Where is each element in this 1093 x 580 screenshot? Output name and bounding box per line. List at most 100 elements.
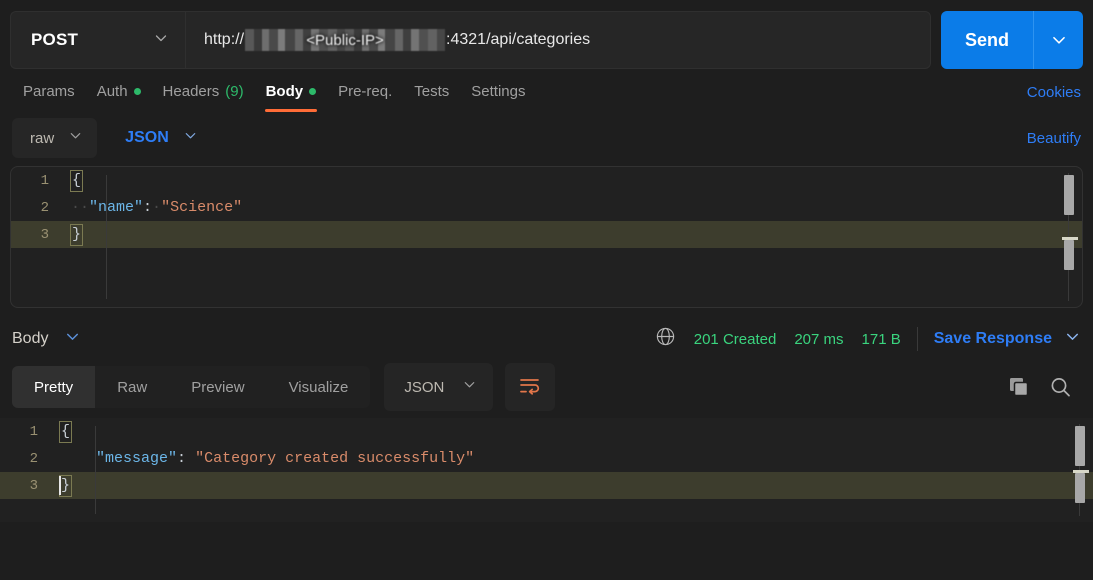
body-mode-select[interactable]: raw (12, 118, 98, 158)
chevron-down-icon (1052, 36, 1065, 44)
response-editor-scrollbar[interactable] (1073, 424, 1089, 516)
send-button[interactable]: Send (940, 11, 1033, 69)
redacted-public-ip-label: <Public-IP> (306, 31, 384, 49)
line-content: { (58, 420, 73, 443)
http-method-select[interactable]: POST (10, 11, 185, 69)
globe-icon (655, 326, 676, 352)
code-line: 1 { (11, 167, 1082, 194)
http-method-label: POST (31, 30, 79, 49)
save-response-button[interactable]: Save Response (934, 330, 1052, 348)
url-suffix: :4321/api/categories (446, 31, 591, 48)
copy-icon[interactable] (1006, 374, 1032, 400)
scrollbar-thumb[interactable] (1064, 175, 1074, 215)
code-line: 2 "message": "Category created successfu… (0, 445, 1093, 472)
body-type-row: raw JSON Beautify (0, 114, 1093, 162)
line-content: } (69, 223, 84, 246)
tab-visualize[interactable]: Visualize (267, 366, 371, 408)
body-mode-label: raw (30, 129, 55, 147)
json-string: "Category created successfully" (195, 450, 475, 467)
status-code: 201 Created (693, 330, 777, 348)
url-input[interactable]: http:// <Public-IP> :4321/api/categories (185, 11, 931, 69)
chevron-down-icon (153, 30, 169, 51)
tab-tests[interactable]: Tests (403, 73, 460, 112)
word-wrap-icon (518, 375, 542, 400)
response-size: 171 B (861, 330, 901, 348)
tab-settings[interactable]: Settings (460, 73, 536, 112)
response-body-editor[interactable]: 1 { 2 "message": "Category created succe… (0, 418, 1093, 522)
line-content: ··"name":·"Science" (71, 199, 242, 216)
text-cursor (59, 475, 61, 495)
response-view-tabs: Pretty Raw Preview Visualize (12, 366, 371, 408)
line-number: 3 (29, 477, 38, 494)
body-format-label: JSON (125, 129, 169, 146)
line-content: { (69, 169, 84, 192)
tab-visualize-label: Visualize (288, 378, 349, 396)
response-stats: 201 Created 207 ms 171 B (655, 326, 901, 352)
scrollbar-thumb[interactable] (1075, 426, 1085, 466)
line-content: "message": "Category created successfull… (60, 450, 474, 467)
json-string: "Science" (161, 199, 243, 216)
line-number: 3 (40, 226, 49, 243)
tab-pretty[interactable]: Pretty (12, 366, 96, 408)
response-gutter-rule (95, 426, 96, 514)
tab-preview[interactable]: Preview (169, 366, 266, 408)
tab-headers[interactable]: Headers (9) (152, 73, 255, 112)
response-format-label: JSON (404, 378, 445, 396)
tab-params-label: Params (23, 82, 75, 100)
tab-raw[interactable]: Raw (95, 366, 169, 408)
cookies-link[interactable]: Cookies (1027, 84, 1081, 101)
request-body-editor[interactable]: 1 { 2 ··"name":·"Science" 3 } (10, 166, 1083, 308)
tab-tests-label: Tests (414, 82, 450, 100)
request-tabs: Params Auth Headers (9) Body Pre-req. Te… (0, 70, 1093, 114)
chevron-down-icon[interactable] (1064, 328, 1081, 350)
chevron-down-icon (462, 377, 477, 397)
request-code-lines: 1 { 2 ··"name":·"Science" 3 } (11, 167, 1082, 248)
line-number: 2 (29, 450, 38, 467)
indent-dots: · (152, 199, 162, 216)
tab-raw-label: Raw (117, 378, 148, 396)
chevron-down-icon (183, 128, 198, 148)
response-time: 207 ms (794, 330, 844, 348)
auth-status-dot (133, 87, 141, 95)
line-content: } (58, 474, 73, 497)
tab-auth[interactable]: Auth (86, 73, 152, 112)
json-key: "message" (96, 450, 178, 467)
response-tabs-row: Pretty Raw Preview Visualize JSON (0, 362, 1093, 412)
body-format-select[interactable]: JSON (117, 128, 206, 148)
json-key: "name" (89, 199, 144, 216)
request-url-bar: POST http:// <Public-IP> :4321/api/categ… (0, 0, 1093, 70)
body-status-dot (309, 87, 317, 95)
tab-body[interactable]: Body (255, 73, 328, 112)
code-line: 2 ··"name":·"Science" (11, 194, 1082, 221)
tab-settings-label: Settings (471, 82, 526, 100)
tab-body-label: Body (265, 82, 304, 100)
tab-params[interactable]: Params (12, 73, 86, 112)
search-icon[interactable] (1048, 375, 1073, 400)
line-number: 2 (40, 199, 49, 216)
tab-prereq[interactable]: Pre-req. (327, 73, 403, 112)
code-line-active: 3 } (11, 221, 1082, 248)
line-number: 1 (29, 423, 38, 440)
scrollbar-thumb-active[interactable] (1075, 473, 1085, 503)
url-scheme: http:// (204, 31, 245, 48)
beautify-button[interactable]: Beautify (1027, 130, 1081, 147)
tab-preview-label: Preview (191, 378, 245, 396)
request-editor-scrollbar[interactable] (1062, 173, 1078, 301)
headers-count: (9) (225, 82, 244, 100)
code-line: 1 { (0, 418, 1093, 445)
response-action-icons (1006, 374, 1081, 400)
chevron-down-icon[interactable] (64, 328, 81, 350)
code-line-active: 3 } (0, 472, 1093, 499)
send-button-group: Send (940, 11, 1083, 69)
response-format-select[interactable]: JSON (384, 363, 494, 411)
word-wrap-toggle[interactable] (505, 363, 556, 411)
send-options-button[interactable] (1033, 11, 1083, 69)
redacted-public-ip: <Public-IP> (245, 29, 446, 51)
scrollbar-thumb-active[interactable] (1064, 240, 1074, 270)
response-body-label: Body (12, 330, 49, 347)
line-number: 1 (40, 172, 49, 189)
indent-dots: ·· (71, 199, 90, 216)
tab-headers-label: Headers (162, 82, 220, 100)
